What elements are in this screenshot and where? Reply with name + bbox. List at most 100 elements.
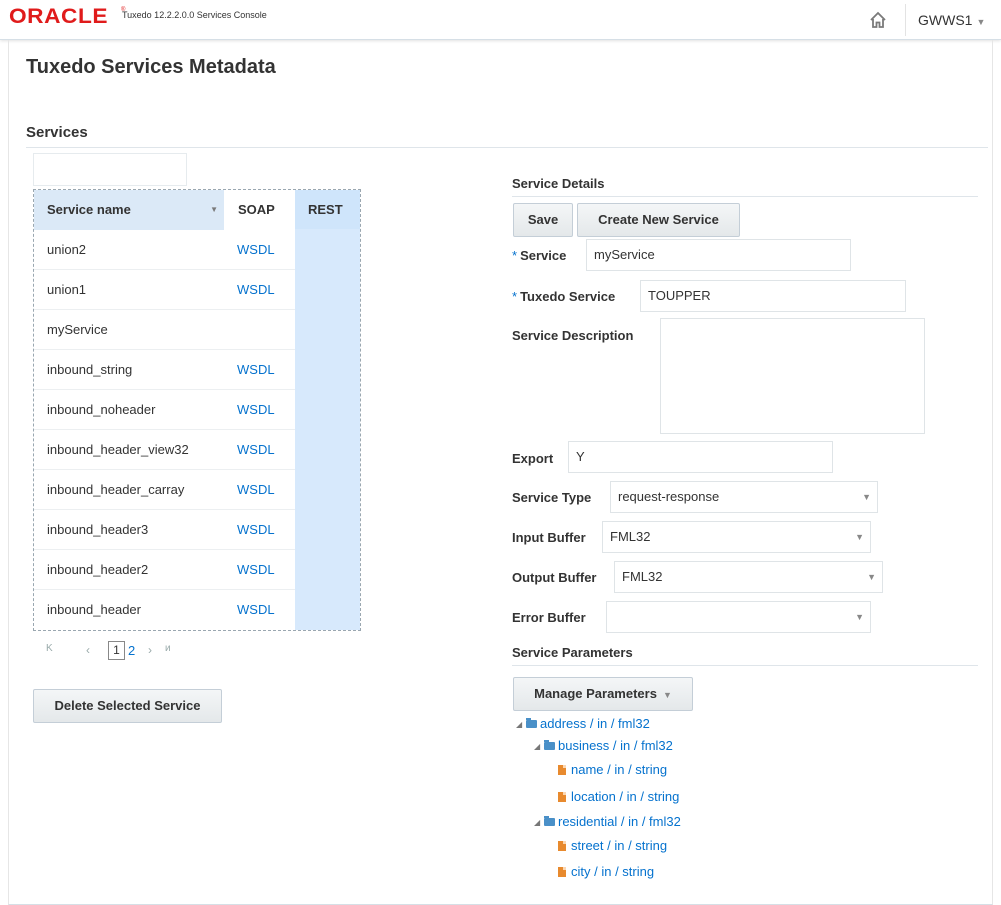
wsdl-link[interactable]: WSDL <box>237 402 275 417</box>
parameters-divider <box>512 665 978 666</box>
tree-node-street[interactable]: street / in / string <box>558 838 667 853</box>
expand-triangle-icon[interactable]: ◢ <box>516 720 526 729</box>
tree-node-label: address / in / fml32 <box>540 716 650 731</box>
table-row[interactable]: union1 WSDL <box>34 269 360 310</box>
tree-node-label: city / in / string <box>571 864 655 879</box>
service-type-select[interactable]: request-response ▼ <box>610 481 878 513</box>
output-buffer-label: Output Buffer <box>512 570 597 585</box>
previous-page-icon[interactable]: ‹ <box>86 643 90 657</box>
service-label: * Service <box>512 248 566 263</box>
wsdl-link[interactable]: WSDL <box>237 362 275 377</box>
export-label: Export <box>512 451 554 466</box>
rest-cell <box>295 269 360 310</box>
rest-cell <box>295 229 360 270</box>
input-buffer-label: Input Buffer <box>512 530 586 545</box>
button-label: Manage Parameters <box>534 686 657 701</box>
wsdl-link[interactable]: WSDL <box>237 442 275 457</box>
user-menu[interactable]: GWWS1 ▼ <box>918 12 985 28</box>
tuxedo-service-field[interactable]: TOUPPER <box>640 280 906 312</box>
table-row[interactable]: inbound_header_view32 WSDL <box>34 429 360 470</box>
tree-node-name[interactable]: name / in / string <box>558 762 667 777</box>
column-label: REST <box>308 202 343 217</box>
tree-node-label: street / in / string <box>571 838 668 853</box>
tree-node-residential[interactable]: ◢ residential / in / fml32 <box>534 814 681 829</box>
folder-icon <box>544 816 555 826</box>
file-icon <box>558 792 566 802</box>
input-buffer-select[interactable]: FML32 ▼ <box>602 521 871 553</box>
wsdl-link[interactable]: WSDL <box>237 602 275 617</box>
tree-node-label: name / in / string <box>571 762 668 777</box>
column-header-rest[interactable]: REST <box>295 190 360 230</box>
last-page-icon[interactable]: ᴎ <box>165 643 171 654</box>
table-row[interactable]: inbound_header3 WSDL <box>34 509 360 550</box>
select-value: FML32 <box>622 569 663 584</box>
wsdl-link[interactable]: WSDL <box>237 282 275 297</box>
rest-cell <box>295 549 360 590</box>
first-page-icon[interactable]: K <box>46 643 53 654</box>
table-row[interactable]: inbound_string WSDL <box>34 349 360 390</box>
create-new-service-button[interactable]: Create New Service <box>577 203 740 237</box>
table-row[interactable]: inbound_header_carray WSDL <box>34 469 360 510</box>
column-label: Service name <box>47 202 131 217</box>
label-text: Service <box>520 248 567 263</box>
error-buffer-select[interactable]: ▼ <box>606 601 871 633</box>
service-name-cell: union1 <box>47 282 87 297</box>
column-header-soap[interactable]: SOAP <box>224 190 295 230</box>
next-page-icon[interactable]: › <box>148 643 152 657</box>
service-name-cell: inbound_header2 <box>47 562 149 577</box>
service-name-cell: myService <box>47 322 108 337</box>
table-row[interactable]: inbound_noheader WSDL <box>34 389 360 430</box>
label-text: Tuxedo Service <box>520 289 616 304</box>
service-name-cell: inbound_header <box>47 602 141 617</box>
save-button[interactable]: Save <box>513 203 573 237</box>
service-name-cell: inbound_header_carray <box>47 482 185 497</box>
section-divider <box>26 147 988 148</box>
tree-node-location[interactable]: location / in / string <box>558 789 679 804</box>
page-2-link[interactable]: 2 <box>128 643 135 658</box>
page-title: Tuxedo Services Metadata <box>26 56 276 78</box>
service-name-cell: inbound_header_view32 <box>47 442 189 457</box>
top-bar: ORACLE ® Tuxedo 12.2.2.0.0 Services Cons… <box>0 0 1001 40</box>
service-name-cell: union2 <box>47 242 87 257</box>
tree-node-business[interactable]: ◢ business / in / fml32 <box>534 738 673 753</box>
output-buffer-select[interactable]: FML32 ▼ <box>614 561 883 593</box>
tree-node-address[interactable]: ◢ address / in / fml32 <box>516 716 650 731</box>
service-description-field[interactable] <box>660 318 925 434</box>
chevron-down-icon: ▼ <box>662 690 672 700</box>
tree-node-label: residential / in / fml32 <box>558 814 681 829</box>
file-icon <box>558 867 566 877</box>
column-label: SOAP <box>238 202 275 217</box>
manage-parameters-button[interactable]: Manage Parameters ▼ <box>513 677 693 711</box>
filter-input[interactable] <box>33 153 187 186</box>
home-icon[interactable] <box>868 10 888 30</box>
sort-descending-icon[interactable]: ▼ <box>210 190 218 230</box>
expand-triangle-icon[interactable]: ◢ <box>534 742 544 751</box>
expand-triangle-icon[interactable]: ◢ <box>534 818 544 827</box>
chevron-down-icon: ▼ <box>862 492 871 502</box>
page-1-button[interactable]: 1 <box>108 641 125 660</box>
wsdl-link[interactable]: WSDL <box>237 482 275 497</box>
table-row[interactable]: union2 WSDL <box>34 229 360 270</box>
chevron-down-icon: ▼ <box>976 17 986 27</box>
table-row[interactable]: inbound_header WSDL <box>34 589 360 630</box>
app-title: Tuxedo 12.2.2.0.0 Services Console <box>122 10 267 20</box>
service-name-cell: inbound_header3 <box>47 522 149 537</box>
table-row[interactable]: inbound_header2 WSDL <box>34 549 360 590</box>
wsdl-link[interactable]: WSDL <box>237 562 275 577</box>
column-header-service-name[interactable]: Service name ▼ <box>34 190 224 230</box>
tuxedo-service-label: * Tuxedo Service <box>512 289 615 304</box>
table-header: Service name ▼ SOAP REST <box>34 190 360 230</box>
rest-cell <box>295 589 360 630</box>
delete-selected-service-button[interactable]: Delete Selected Service <box>33 689 222 723</box>
table-row[interactable]: myService <box>34 309 360 350</box>
chevron-down-icon: ▼ <box>855 532 864 542</box>
tree-node-city[interactable]: city / in / string <box>558 864 654 879</box>
rest-cell <box>295 469 360 510</box>
export-field[interactable]: Y <box>568 441 833 473</box>
service-field[interactable]: myService <box>586 239 851 271</box>
wsdl-link[interactable]: WSDL <box>237 242 275 257</box>
wsdl-link[interactable]: WSDL <box>237 522 275 537</box>
required-marker: * <box>512 248 518 263</box>
header-divider <box>905 4 906 36</box>
error-buffer-label: Error Buffer <box>512 610 586 625</box>
